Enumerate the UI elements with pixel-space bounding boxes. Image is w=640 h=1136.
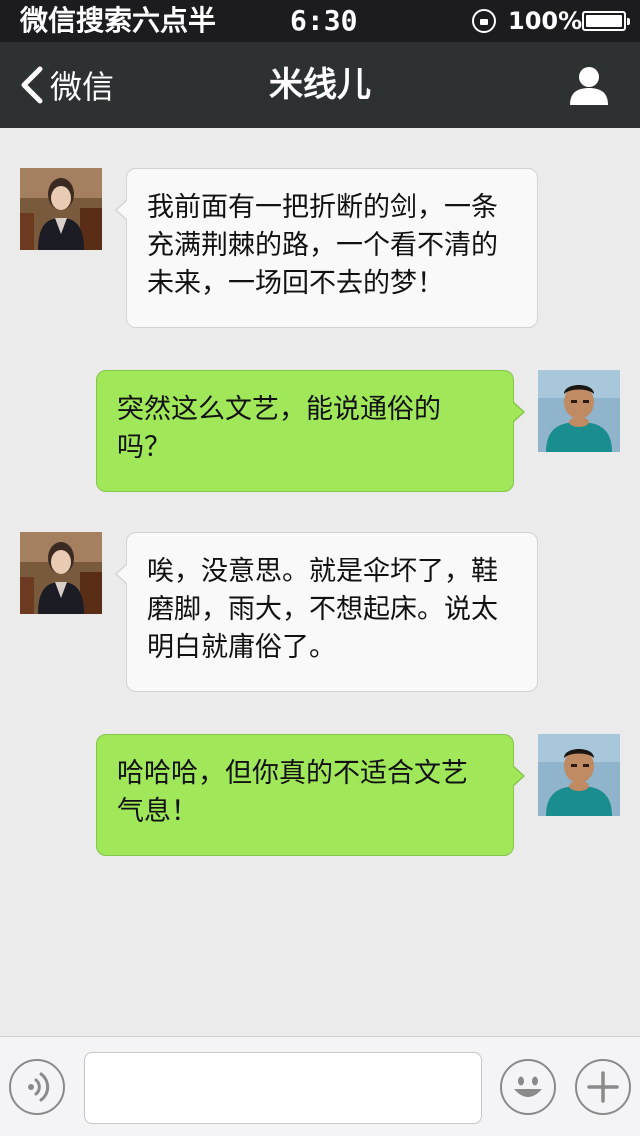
- carrier-label: 微信搜索六点半: [20, 4, 217, 37]
- message-bubble-outgoing[interactable]: 哈哈哈，但你真的不适合文艺气息！: [96, 734, 525, 856]
- message-bubble-incoming[interactable]: 我前面有一把折断的剑，一条充满荆棘的路，一个看不清的未来，一场回不去的梦！: [115, 168, 538, 328]
- avatar-contact[interactable]: [20, 168, 102, 250]
- rotation-lock-icon: [472, 9, 496, 33]
- avatar-self[interactable]: [538, 734, 620, 816]
- back-label: 微信: [50, 68, 115, 106]
- status-bar: 微信搜索六点半 6:30 100%: [0, 0, 640, 42]
- battery-icon: [582, 11, 630, 31]
- plus-icon: [587, 1071, 619, 1103]
- nav-bar: 米线儿 微信: [0, 42, 640, 128]
- avatar-self[interactable]: [538, 370, 620, 452]
- back-button[interactable]: 微信: [18, 42, 114, 128]
- message-input[interactable]: [84, 1052, 482, 1124]
- message-bubble-outgoing[interactable]: 突然这么文艺，能说通俗的吗？: [96, 370, 525, 492]
- message-bubble-incoming[interactable]: 唉，没意思。就是伞坏了，鞋磨脚，雨大，不想起床。说太明白就庸俗了。: [115, 532, 538, 692]
- person-icon[interactable]: [568, 64, 610, 106]
- voice-button[interactable]: [9, 1059, 65, 1115]
- more-button[interactable]: [575, 1059, 631, 1115]
- emoji-button[interactable]: [500, 1059, 556, 1115]
- chat-title: 米线儿: [269, 65, 371, 105]
- input-bar: [0, 1036, 640, 1136]
- chat-list: 我前面有一把折断的剑，一条充满荆棘的路，一个看不清的未来，一场回不去的梦！ 突然…: [0, 128, 640, 1036]
- battery-percent: 100%: [508, 7, 583, 35]
- chevron-left-icon: [21, 66, 43, 104]
- voice-icon: [28, 1072, 50, 1102]
- avatar-contact[interactable]: [20, 532, 102, 614]
- clock: 6:30: [290, 4, 358, 37]
- emoji-icon: [514, 1076, 542, 1097]
